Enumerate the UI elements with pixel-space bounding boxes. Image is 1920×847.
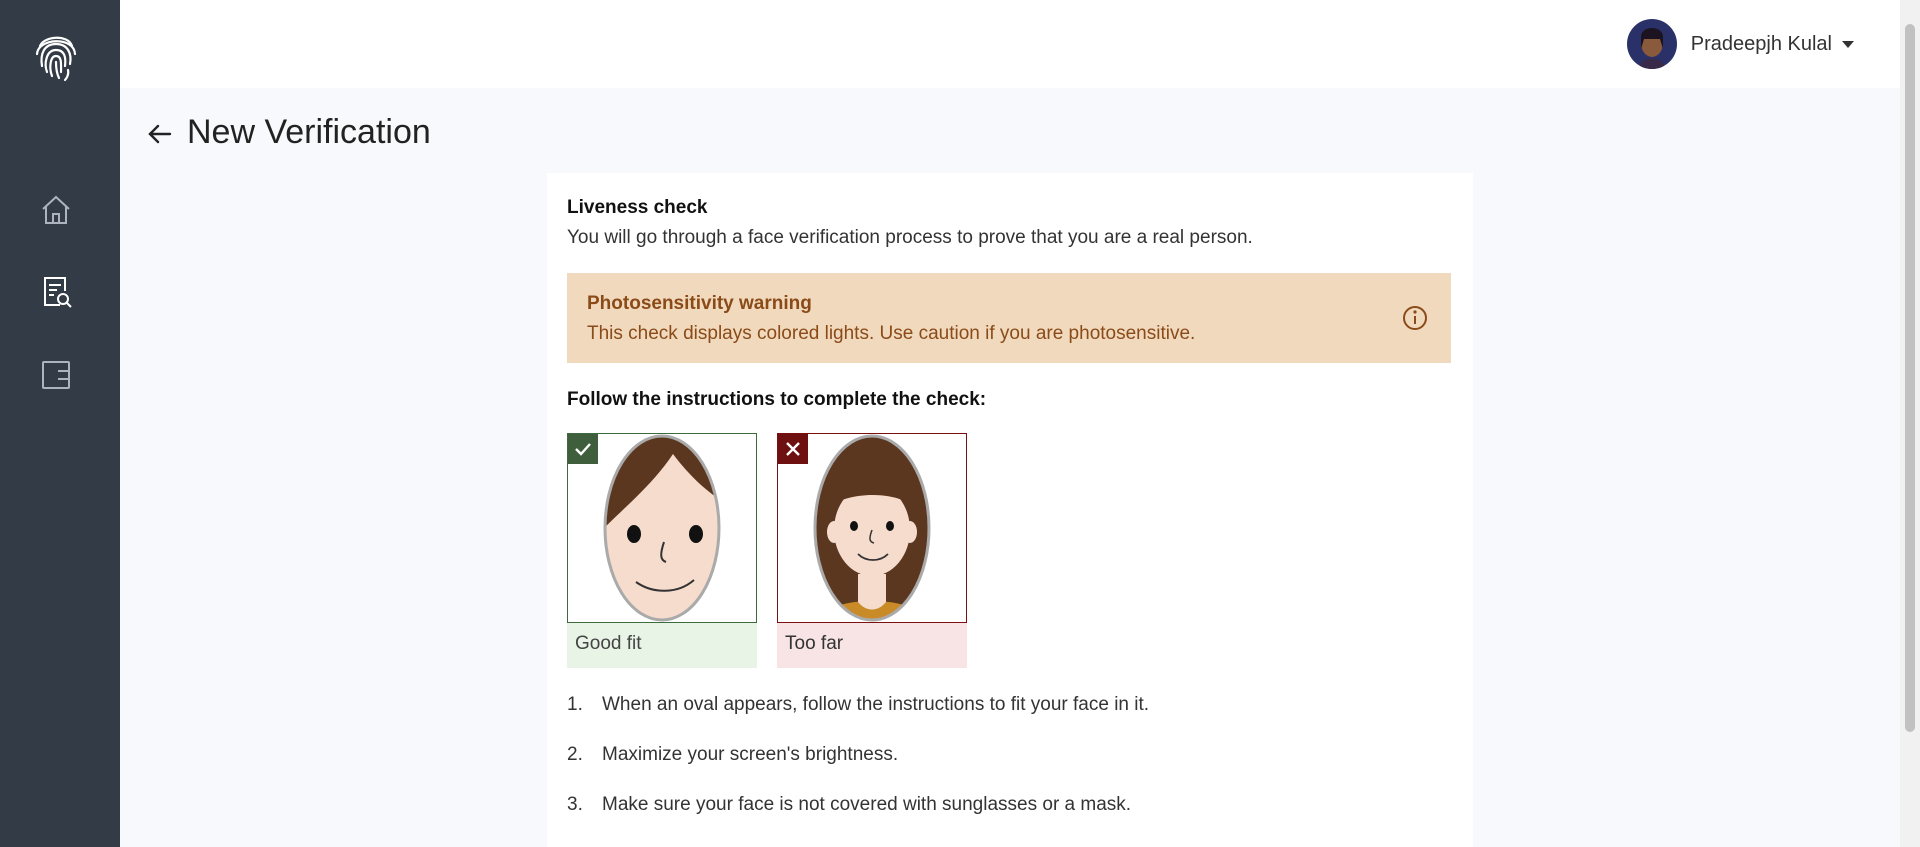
document-search-icon[interactable] <box>38 274 74 310</box>
too-far-image <box>777 433 967 623</box>
step-text: When an oval appears, follow the instruc… <box>602 694 1150 715</box>
info-icon[interactable] <box>1401 304 1429 332</box>
home-icon[interactable] <box>38 192 74 228</box>
step-number: 2. <box>567 744 583 765</box>
fingerprint-icon[interactable] <box>32 28 80 82</box>
step-text: Make sure your face is not covered with … <box>602 794 1132 815</box>
close-icon <box>778 434 808 464</box>
verification-card: Liveness check You will go through a fac… <box>547 173 1473 847</box>
scrollbar[interactable] <box>1900 0 1920 847</box>
wallet-icon[interactable] <box>38 356 74 392</box>
instruction-steps: 1. When an oval appears, follow the inst… <box>567 693 1149 843</box>
good-fit-label: Good fit <box>567 623 757 668</box>
instructions-title: Follow the instructions to complete the … <box>567 389 987 410</box>
liveness-title: Liveness check <box>567 197 708 218</box>
warning-title: Photosensitivity warning <box>587 293 812 314</box>
step-text: Maximize your screen's brightness. <box>602 744 899 765</box>
list-item: 3. Make sure your face is not covered wi… <box>567 793 1149 843</box>
list-item: 2. Maximize your screen's brightness. <box>567 743 1149 793</box>
back-arrow-icon[interactable] <box>146 116 174 152</box>
good-fit-image <box>567 433 757 623</box>
user-menu[interactable]: Pradeepjh Kulal <box>1626 18 1854 70</box>
sidebar <box>0 0 120 847</box>
too-far-label: Too far <box>777 623 967 668</box>
top-bar: Pradeepjh Kulal <box>120 0 1900 88</box>
liveness-description: You will go through a face verification … <box>567 227 1253 248</box>
user-name[interactable]: Pradeepjh Kulal <box>1691 33 1832 56</box>
too-far-example: Too far <box>777 433 967 668</box>
scrollbar-thumb[interactable] <box>1905 24 1915 732</box>
chevron-down-icon[interactable] <box>1842 40 1854 48</box>
list-item: 1. When an oval appears, follow the inst… <box>567 693 1149 743</box>
page-title: New Verification <box>187 113 431 151</box>
warning-text: This check displays colored lights. Use … <box>587 323 1196 344</box>
photosensitivity-warning: Photosensitivity warning This check disp… <box>567 273 1451 363</box>
step-number: 1. <box>567 694 583 715</box>
good-fit-example: Good fit <box>567 433 757 668</box>
step-number: 3. <box>567 794 583 815</box>
checkmark-icon <box>568 434 598 464</box>
avatar[interactable] <box>1626 19 1677 69</box>
